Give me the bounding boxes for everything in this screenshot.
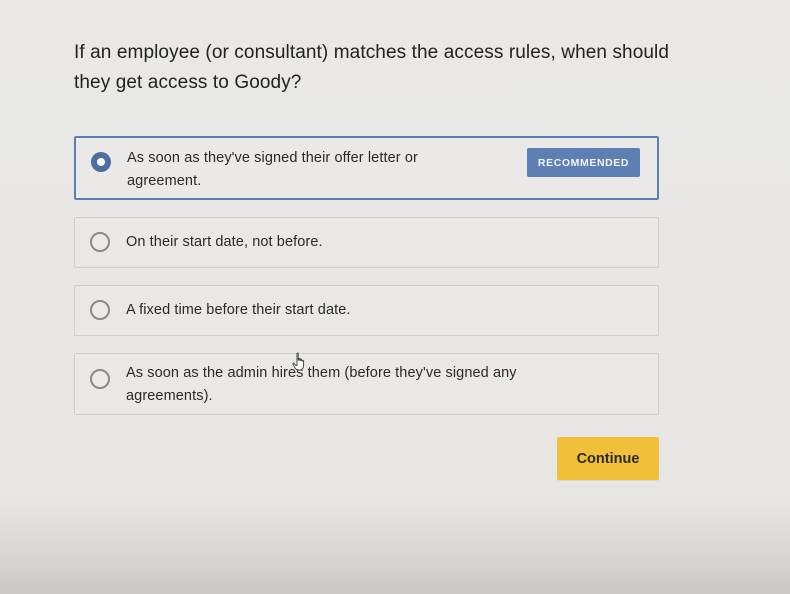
access-timing-page: If an employee (or consultant) matches t… [0, 0, 790, 594]
option-start-date[interactable]: On their start date, not before. [74, 217, 659, 268]
recommended-badge: RECOMMENDED [527, 148, 640, 177]
radio-unselected-icon[interactable] [90, 369, 110, 389]
radio-unselected-icon[interactable] [90, 232, 110, 252]
continue-button[interactable]: Continue [557, 437, 659, 480]
option-admin-hires[interactable]: As soon as the admin hires them (before … [74, 353, 659, 415]
option-label: A fixed time before their start date. [126, 302, 351, 318]
option-fixed-time-before-start[interactable]: A fixed time before their start date. [74, 285, 659, 336]
option-label: On their start date, not before. [126, 234, 323, 250]
question-text: If an employee (or consultant) matches t… [74, 42, 670, 93]
access-options-radio-group: As soon as they've signed their offer le… [74, 136, 659, 432]
option-offer-letter-signed[interactable]: As soon as they've signed their offer le… [74, 136, 659, 200]
option-label: As soon as the admin hires them (before … [126, 365, 517, 404]
hand-pointer-icon [292, 352, 305, 371]
option-label: As soon as they've signed their offer le… [127, 150, 418, 189]
radio-selected-icon[interactable] [91, 152, 111, 172]
radio-unselected-icon[interactable] [90, 300, 110, 320]
